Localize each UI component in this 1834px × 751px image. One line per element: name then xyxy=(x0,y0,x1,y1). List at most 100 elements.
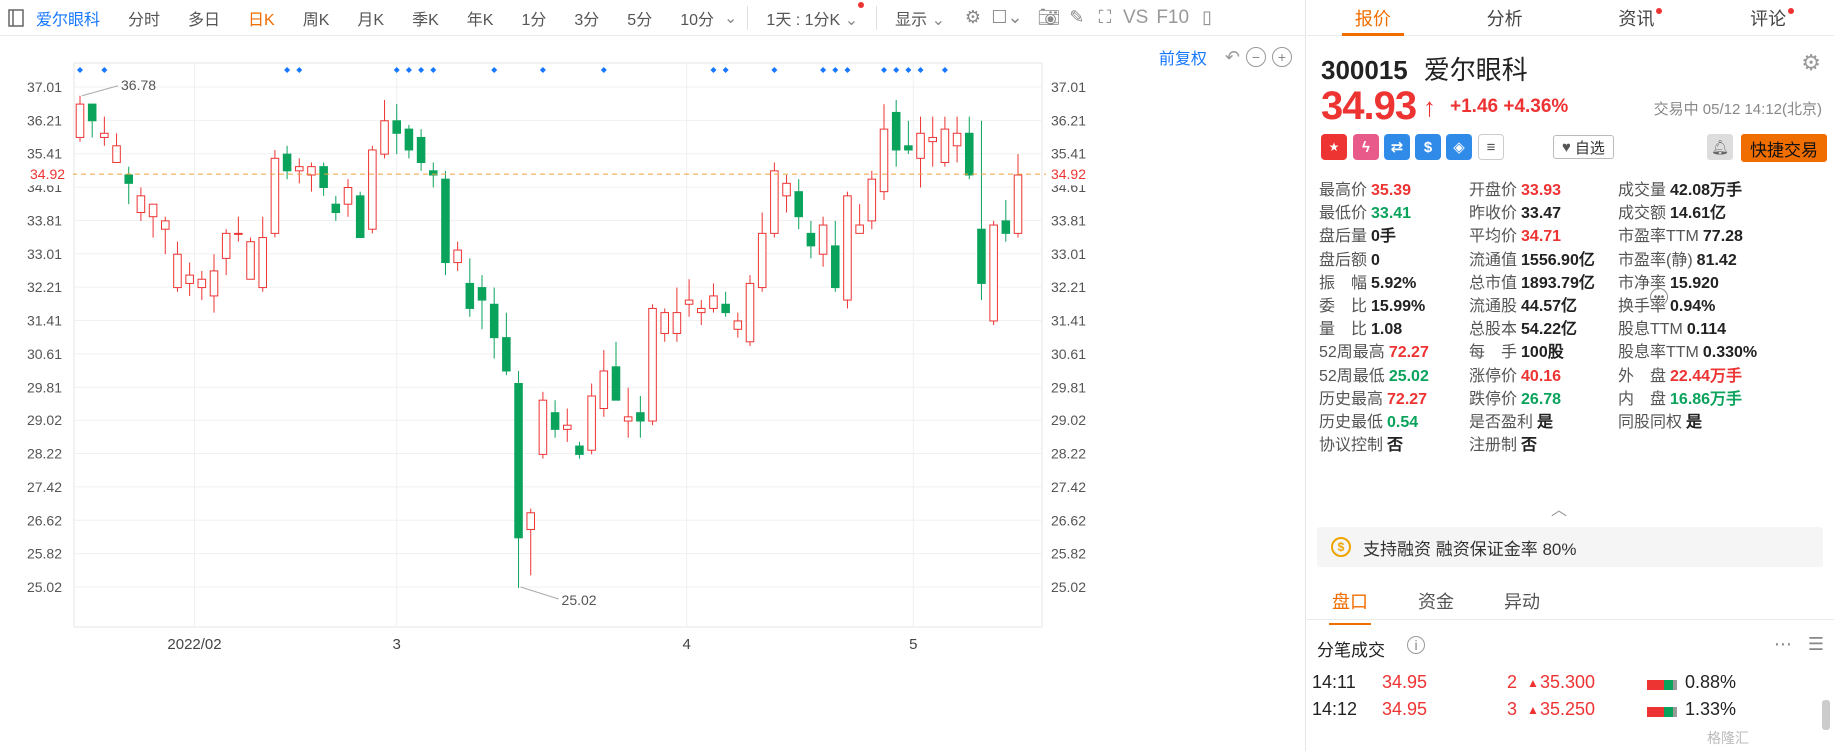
stat-label: 注册制 xyxy=(1469,437,1518,455)
panel-icon[interactable] xyxy=(2,4,30,32)
up-arrow-icon: ↑ xyxy=(1423,92,1436,122)
stat-label: 委 比 xyxy=(1319,298,1368,315)
tab-movements[interactable]: 异动 xyxy=(1479,588,1565,619)
tab-5min[interactable]: 5分 xyxy=(613,6,666,30)
kline-chart-area[interactable]: 37.01 37.01 36.21 36.21 35.41 35.41 34.61 34.61… xyxy=(0,37,1306,751)
tab-daily-k[interactable]: 日K xyxy=(234,6,289,30)
pencil-icon[interactable]: ✎ xyxy=(1063,4,1091,32)
candle-body xyxy=(648,307,657,422)
tab-1min[interactable]: 1分 xyxy=(507,6,560,30)
candle-body xyxy=(952,132,962,147)
f10-button[interactable]: F10 xyxy=(1152,7,1193,29)
tab-analysis[interactable]: 分析 xyxy=(1439,0,1571,35)
tab-comments[interactable]: 评论 xyxy=(1702,0,1834,35)
candle-body xyxy=(124,174,134,184)
display-menu[interactable]: 显示 ⌄ xyxy=(881,6,959,30)
event-marker xyxy=(539,67,546,73)
period-select[interactable]: 1天 : 1分K ⌄ xyxy=(752,1,872,30)
event-marker xyxy=(881,67,887,73)
more-icon[interactable]: ⋯ xyxy=(1774,634,1792,655)
dollar-icon[interactable]: $ xyxy=(1415,134,1441,160)
y-tick-label-right: 29.81 xyxy=(1051,379,1086,395)
event-marker xyxy=(820,67,827,73)
stat-label: 流通值 xyxy=(1469,251,1518,269)
chevron-down-icon[interactable]: ⌄ xyxy=(718,8,743,28)
kline-chart[interactable]: 37.01 37.0136.21 36.2135.41 35.4134.61 34.61… xyxy=(0,37,1306,751)
candle-body xyxy=(173,253,182,289)
zoom-out-icon[interactable]: − xyxy=(1246,47,1266,67)
event-marker xyxy=(284,67,291,73)
tab-quote[interactable]: 报价 xyxy=(1307,0,1439,36)
info-icon[interactable]: i xyxy=(1407,636,1425,654)
settings-icon[interactable]: ⚙ xyxy=(959,4,987,32)
candle-body xyxy=(75,103,85,138)
stat-value: 72.27 xyxy=(1387,390,1428,408)
vs-button[interactable]: VS xyxy=(1119,7,1152,29)
heart-icon: ♥ xyxy=(1562,138,1571,156)
tab-timeshare[interactable]: 分时 xyxy=(114,6,174,30)
zoom-in-icon[interactable]: + xyxy=(1272,47,1292,67)
stat-label: 昨收价 xyxy=(1469,205,1518,223)
candle-body xyxy=(623,416,633,422)
y-tick-label-right: 33.81 xyxy=(1051,212,1086,228)
tab-yearly-k[interactable]: 年K xyxy=(453,6,508,30)
x-tick-label: 3 xyxy=(393,636,401,653)
tab-news[interactable]: 资讯 xyxy=(1571,0,1703,35)
tick-percent: 1.33% xyxy=(1685,699,1737,719)
shuffle-icon[interactable]: ⇄ xyxy=(1384,134,1410,160)
bell-icon[interactable]: 🔔︎ xyxy=(1707,134,1733,160)
event-marker xyxy=(491,67,498,73)
more-icon[interactable]: ••• xyxy=(1650,288,1668,306)
adjust-mode-button[interactable]: 前复权 xyxy=(1159,45,1207,69)
document-icon[interactable]: ≡ xyxy=(1478,134,1504,160)
tab-quarterly-k[interactable]: 季K xyxy=(398,6,453,30)
tab-10min[interactable]: 10分 xyxy=(666,6,718,30)
candle-body xyxy=(392,120,402,134)
max-price-label: 36.78 xyxy=(121,77,156,93)
lightning-icon[interactable]: ϟ xyxy=(1353,134,1379,160)
tag-icon[interactable]: ◈ xyxy=(1446,134,1472,160)
tab-weekly-k[interactable]: 周K xyxy=(289,6,344,30)
collapse-panel-icon[interactable]: ▯ xyxy=(1193,4,1221,32)
tab-analysis-label: 分析 xyxy=(1486,8,1523,29)
stat-label: 振 幅 xyxy=(1319,274,1368,292)
chart-toolbar: 爱尔眼科 分时 多日 日K 周K 月K 季K 年K 1分 3分 5分 10分 ⌄… xyxy=(0,0,1306,36)
tab-funds[interactable]: 资金 xyxy=(1393,588,1479,619)
stat-label: 同股同权 xyxy=(1618,414,1683,431)
candle-body xyxy=(404,128,414,151)
fullscreen-icon[interactable]: ⛶ xyxy=(1091,4,1119,32)
stat-row: 历史最低 0.54 是否盈利是同股同权是 xyxy=(1319,408,1833,432)
reset-icon[interactable]: ↶ xyxy=(1225,47,1240,68)
stock-name-tab[interactable]: 爱尔眼科 xyxy=(30,6,114,30)
stat-label: 内 盘 xyxy=(1618,390,1667,408)
square-style-icon[interactable]: ☐⌄ xyxy=(987,4,1027,32)
candle-body xyxy=(745,282,755,343)
tab-3min[interactable]: 3分 xyxy=(560,6,613,30)
camera-icon[interactable]: 📷︎ xyxy=(1035,4,1063,32)
stat-value: 否 xyxy=(1387,437,1404,455)
stat-item: 每 手 100股 xyxy=(1469,338,1564,362)
watchlist-button[interactable]: ♥ 自选 xyxy=(1553,135,1614,159)
gear-icon[interactable]: ⚙ xyxy=(1801,50,1821,76)
event-marker xyxy=(101,67,108,73)
y-tick-label-right: 36.21 xyxy=(1051,112,1086,128)
y-tick-label-left: 29.81 xyxy=(27,379,62,395)
tab-multiday[interactable]: 多日 xyxy=(174,6,234,30)
stat-row: 振 幅 5.92% 总市值 1893.79亿 市净率 15.920 xyxy=(1319,269,1833,293)
candle-body xyxy=(185,274,194,284)
scrollbar[interactable] xyxy=(1822,700,1830,730)
tab-monthly-k[interactable]: 月K xyxy=(343,6,398,30)
quick-trade-button[interactable]: 快捷交易 xyxy=(1741,134,1827,162)
stat-label: 股息率TTM xyxy=(1618,344,1699,362)
candle-body xyxy=(489,303,499,339)
china-flag-icon[interactable]: ★ xyxy=(1321,134,1347,160)
up-arrow-icon: ▲ xyxy=(1527,703,1539,717)
stat-value: 44.57亿 xyxy=(1521,298,1578,315)
candle-body xyxy=(599,370,609,410)
event-marker xyxy=(710,67,717,73)
tab-orderbook[interactable]: 盘口 xyxy=(1307,588,1393,625)
list-icon[interactable]: ☰ xyxy=(1808,634,1824,655)
chevron-up-icon[interactable]: ︿ xyxy=(1551,496,1567,520)
stock-code: 300015 xyxy=(1321,55,1408,85)
stat-value: 34.71 xyxy=(1521,228,1562,246)
